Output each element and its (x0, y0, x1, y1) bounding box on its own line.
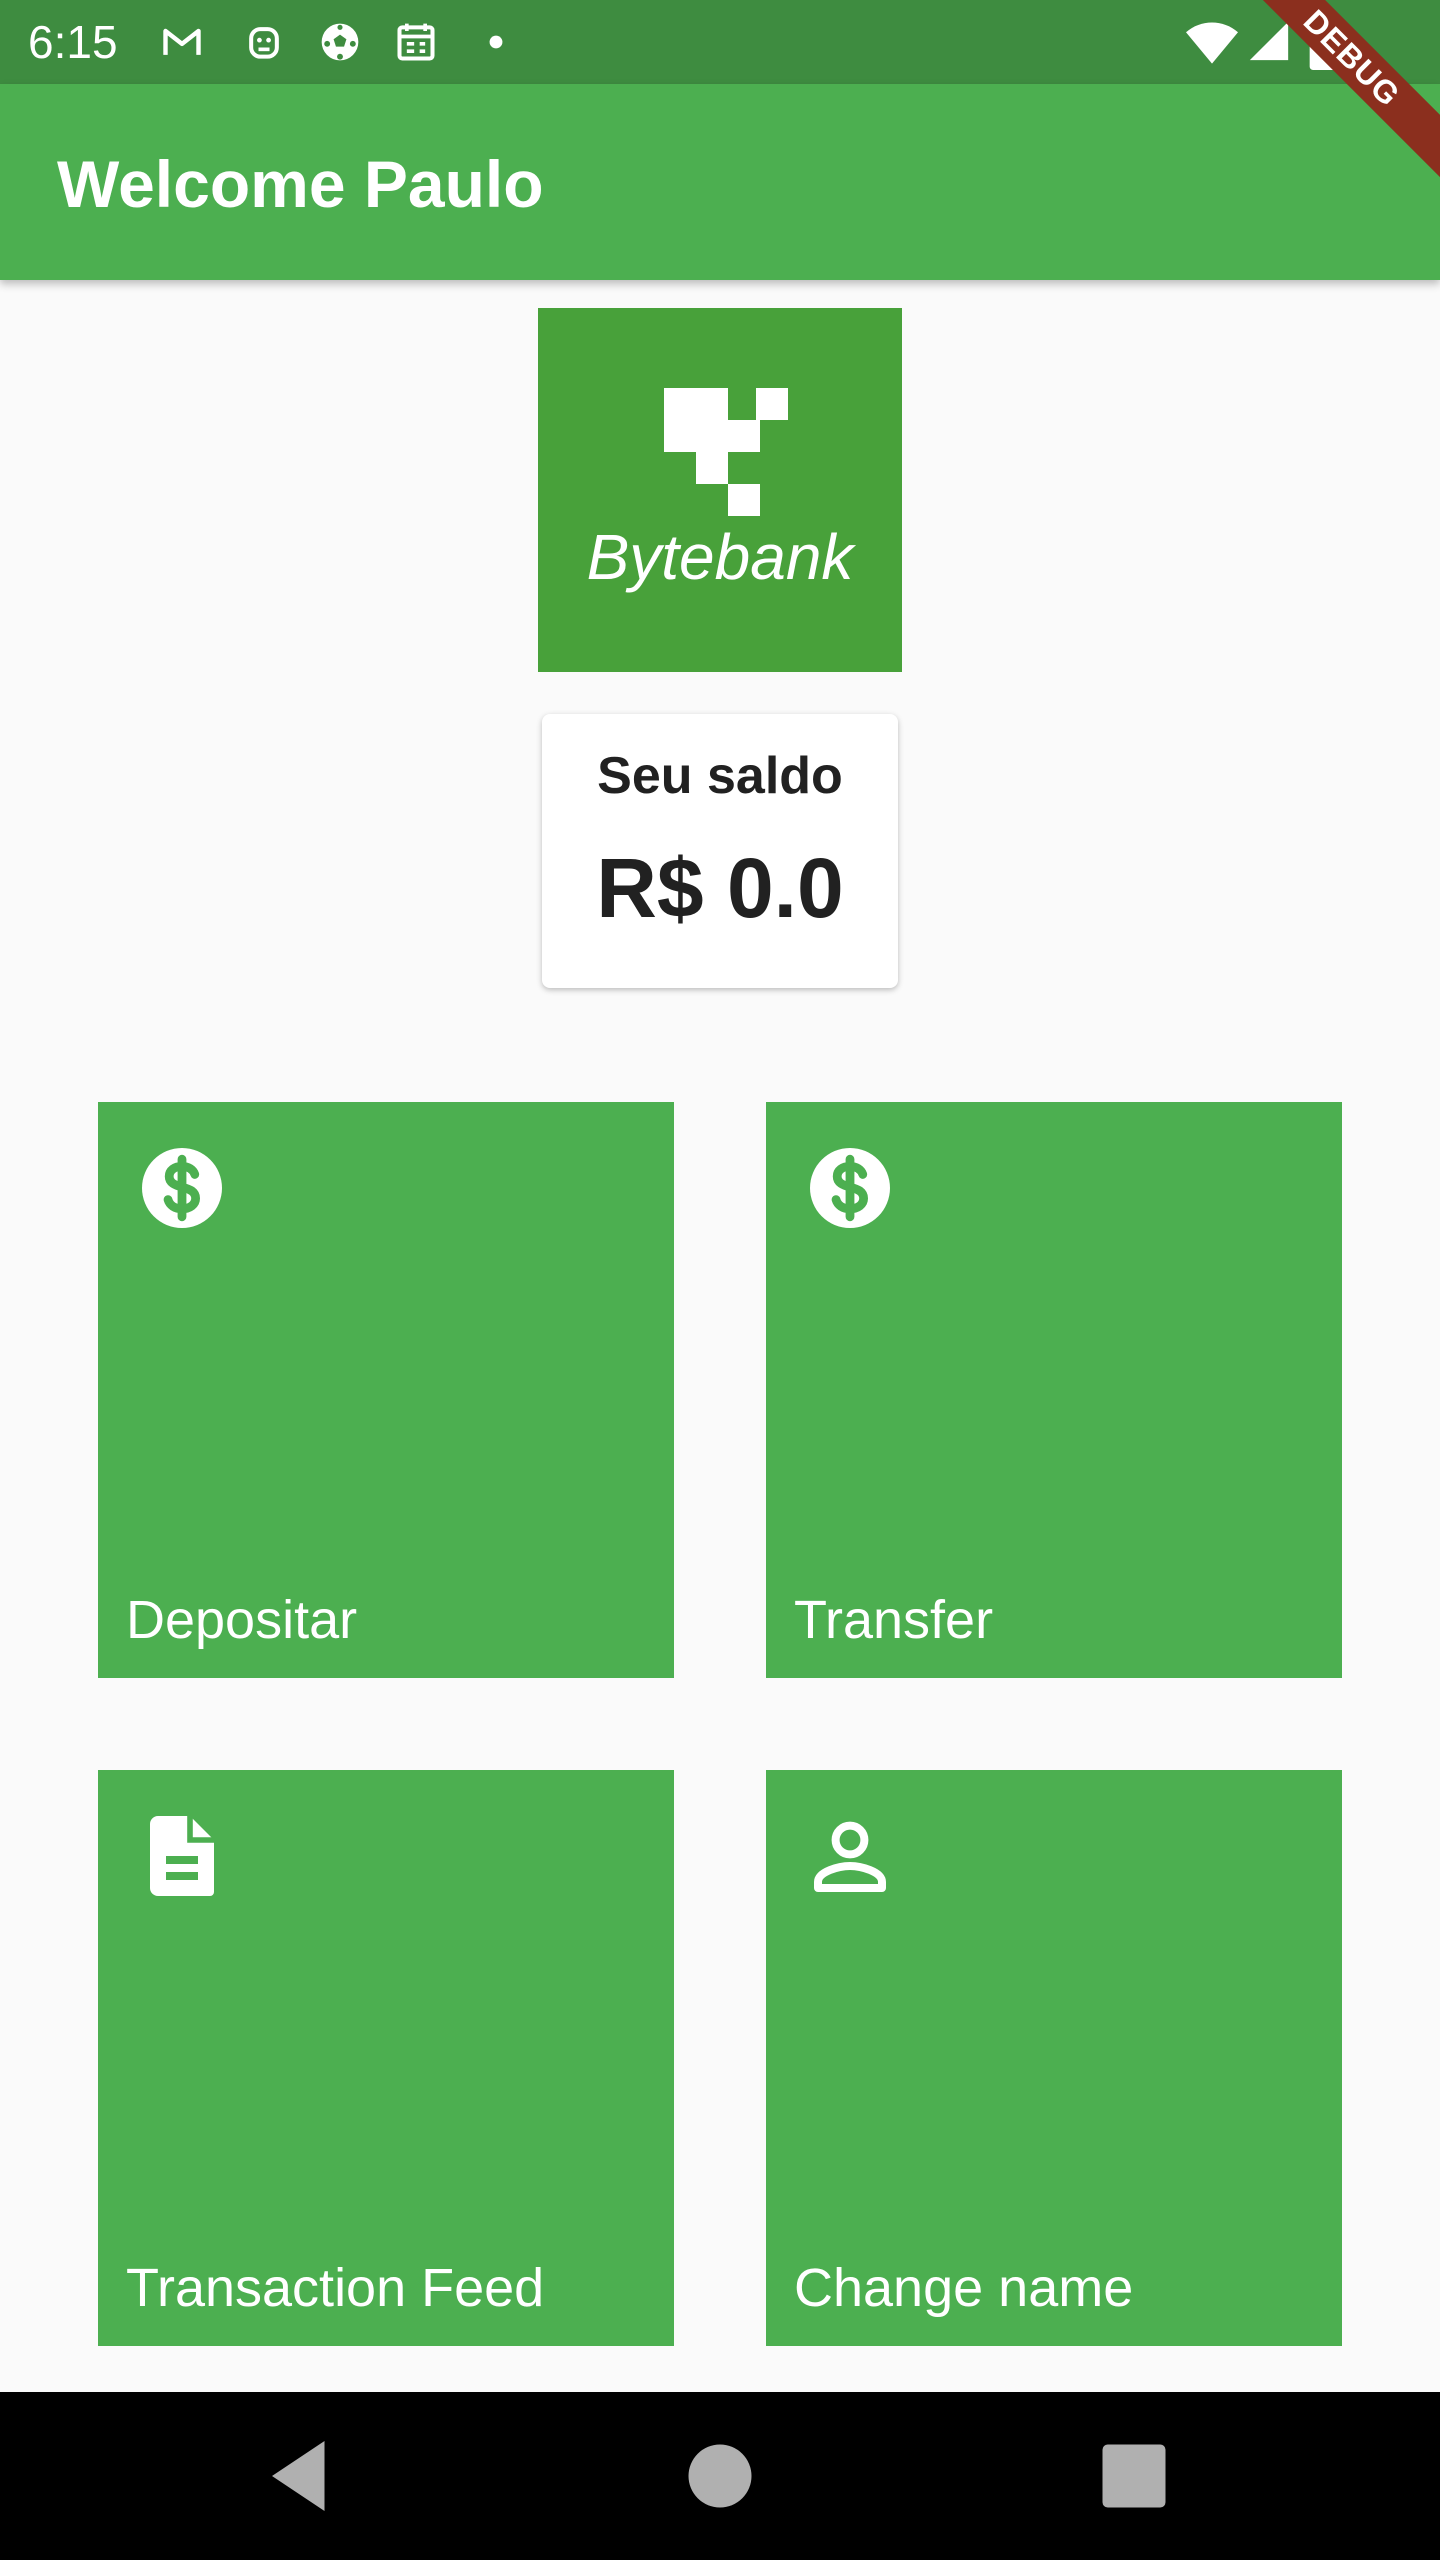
logo-text: Bytebank (586, 521, 854, 593)
bytebank-logo: Bytebank (538, 308, 902, 672)
calendar-icon (397, 23, 435, 61)
logo-mark-icon (664, 388, 788, 516)
balance-label: Seu saldo (597, 747, 843, 805)
transfer-label: Transfer (794, 1590, 994, 1650)
deposit-label: Depositar (126, 1590, 358, 1650)
dot-icon (489, 35, 503, 49)
change-name-tile[interactable]: Change name (766, 1770, 1342, 2346)
document-icon (150, 1816, 214, 1896)
soccer-ball-icon (321, 23, 359, 61)
signal-icon (1249, 21, 1289, 61)
transaction-feed-label: Transaction Feed (126, 2258, 545, 2318)
transaction-feed-tile[interactable]: Transaction Feed (98, 1770, 674, 2346)
transfer-tile[interactable]: Transfer (766, 1102, 1342, 1678)
robot-icon (249, 27, 279, 59)
page-title: Welcome Paulo (57, 147, 544, 221)
deposit-tile[interactable]: Depositar (98, 1102, 674, 1678)
home-icon[interactable] (678, 2434, 762, 2518)
recents-icon[interactable] (1092, 2434, 1176, 2518)
change-name-label: Change name (794, 2258, 1134, 2318)
status-time: 6:15 (28, 16, 118, 68)
app-bar: Welcome Paulo (0, 84, 1440, 280)
navigation-bar (0, 2392, 1440, 2560)
person-icon (814, 1821, 886, 1892)
balance-value: R$ 0.0 (596, 841, 844, 935)
status-bar: 6:15 (0, 0, 1440, 84)
dollar-icon (142, 1148, 222, 1228)
dollar-icon (810, 1148, 890, 1228)
gmail-icon (163, 28, 201, 55)
wifi-icon (1186, 22, 1238, 64)
back-icon[interactable] (258, 2434, 342, 2518)
balance-card: Seu saldo R$ 0.0 (542, 714, 898, 988)
